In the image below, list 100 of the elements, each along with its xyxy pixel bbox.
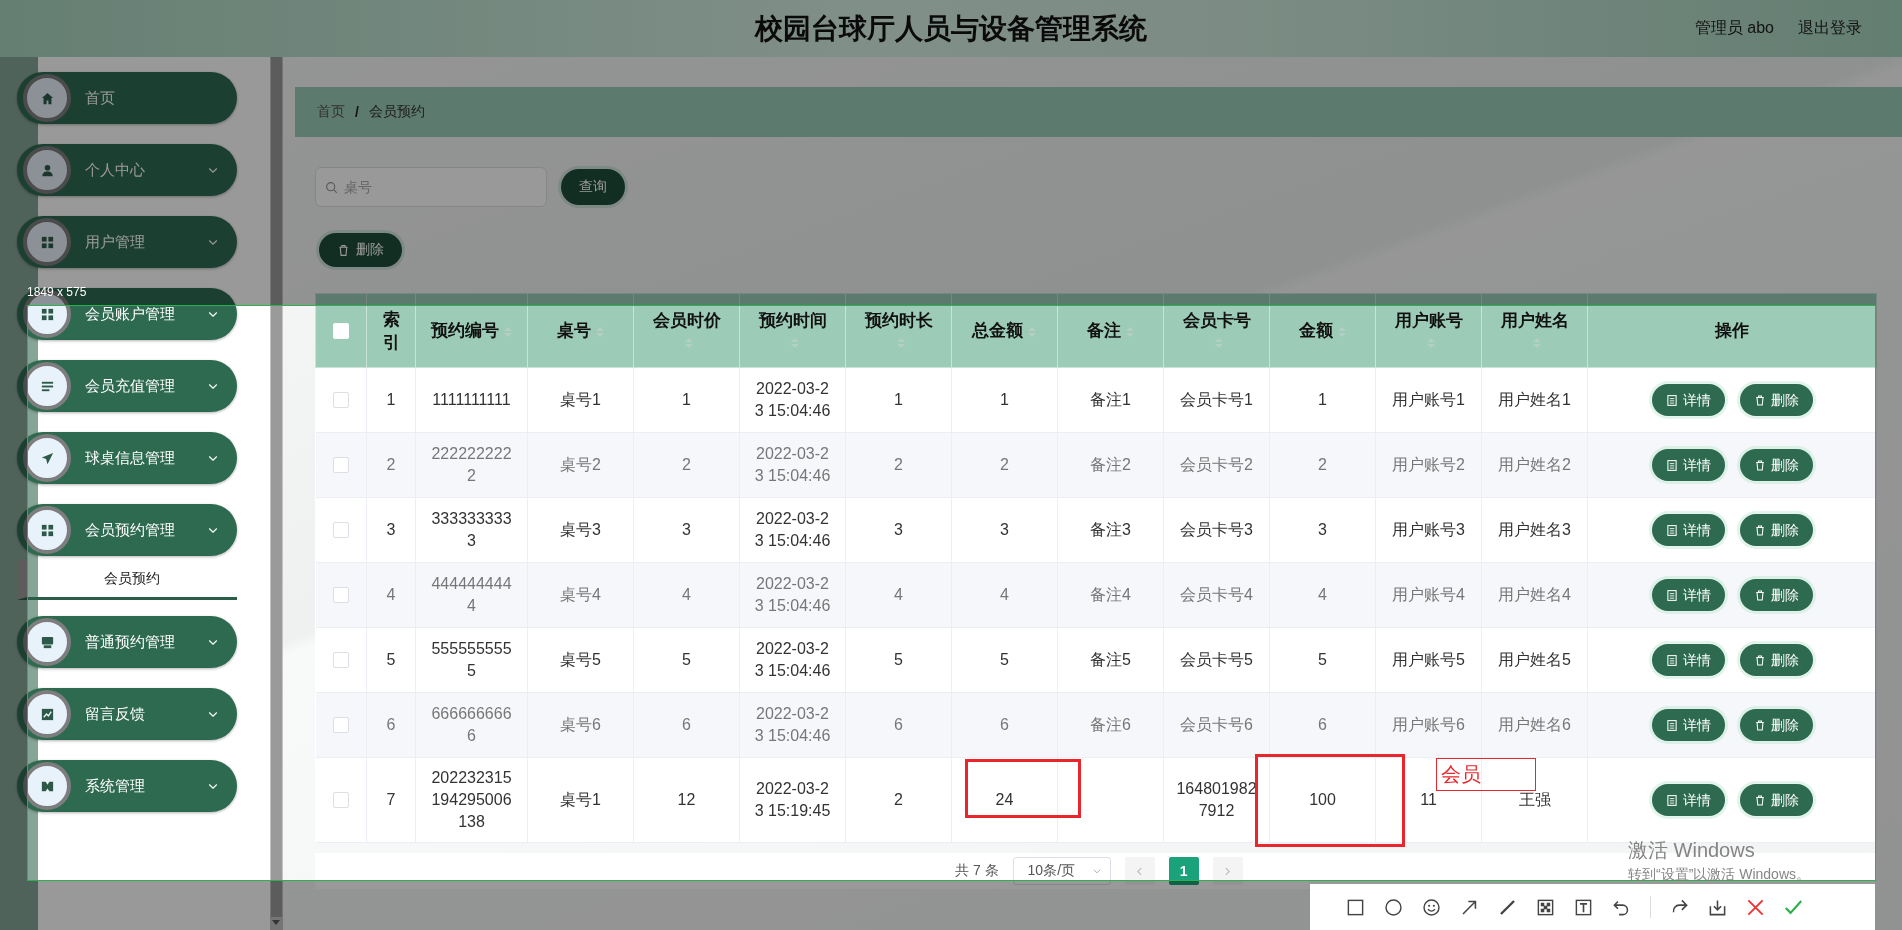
document-icon [1665,393,1678,407]
column-header[interactable]: 总金额 [972,321,1023,340]
table-cell: 4 [951,562,1058,628]
table-cell: 会员卡号5 [1163,627,1270,693]
column-header[interactable]: 桌号 [556,321,591,340]
trash-icon [1753,458,1766,472]
check-icon[interactable] [1784,897,1803,917]
table-cell: 1 [633,367,740,433]
table-cell: 5 [1269,627,1376,693]
column-header[interactable]: 金额 [1298,321,1333,340]
menu-item[interactable]: 首页 [17,72,237,124]
column-header[interactable]: 预约时长 [864,311,933,330]
table-cell: 备注2 [1057,432,1164,498]
table-cell: 202232315194295006138 [415,757,528,843]
table-cell: 3333333333 [415,497,528,563]
annotation-rectangle[interactable] [1255,754,1405,847]
table-cell: 3 [845,497,952,563]
details-button[interactable]: 详情 [1651,449,1725,481]
breadcrumb-current: 会员预约 [368,103,425,121]
annotation-text[interactable]: 会员 [1436,758,1536,791]
menu-item[interactable]: 用户管理 [17,216,237,268]
trash-icon [1753,393,1766,407]
table-cell: 会员卡号3 [1163,497,1270,563]
chevron-down-icon [1091,866,1102,876]
table-cell: 2022-03-23 15:04:46 [739,497,846,563]
row-checkbox[interactable] [332,792,349,808]
details-button[interactable]: 详情 [1651,644,1725,676]
table-cell: 1111111111 [415,367,528,433]
table-cell: 3 [951,497,1058,563]
details-button[interactable]: 详情 [1651,579,1725,611]
menu-item[interactable]: 会员充值管理 [17,360,237,412]
table-cell: 2 [845,757,952,843]
table-cell: 3 [633,497,740,563]
prev-page-button[interactable] [1124,857,1155,885]
row-checkbox[interactable] [332,587,349,603]
menu-item[interactable]: 系统管理 [17,760,237,812]
menu-item[interactable]: 球桌信息管理 [17,432,237,484]
delete-button[interactable]: 删除 [1739,514,1813,546]
column-header[interactable]: 用户姓名 [1500,311,1569,330]
grid-icon [39,234,55,250]
scrollbar-thumb[interactable] [271,57,282,917]
row-checkbox[interactable] [332,457,349,473]
download-icon[interactable] [1708,897,1727,917]
column-header[interactable]: 用户账号 [1394,311,1463,330]
table-cell: 用户姓名1 [1481,367,1588,433]
circle-icon[interactable] [1384,897,1403,917]
row-checkbox[interactable] [332,717,349,733]
query-button[interactable]: 查询 [561,169,625,205]
table-cell: 用户姓名6 [1481,692,1588,758]
details-button[interactable]: 详情 [1651,384,1725,416]
rectangle-icon[interactable] [1346,897,1365,917]
table-cell: 桌号6 [527,692,634,758]
details-button[interactable]: 详情 [1651,784,1725,816]
menu-item[interactable]: 个人中心 [17,144,237,196]
mosaic-icon[interactable] [1536,897,1555,917]
delete-button[interactable]: 删除 [1739,384,1813,416]
grid-icon [39,306,55,322]
delete-button[interactable]: 删除 [1739,709,1813,741]
table-cell: 6 [951,692,1058,758]
table-cell: 5 [951,627,1058,693]
text-tool-icon[interactable] [1574,897,1593,917]
table-cell: 7 [366,757,416,843]
next-page-button[interactable] [1212,857,1243,885]
table-cell: 用户姓名5 [1481,627,1588,693]
table-cell: 2022-03-23 15:04:46 [739,432,846,498]
delete-button[interactable]: 删除 [1739,579,1813,611]
table-cell: 4 [366,562,416,628]
scroll-down-arrow-icon[interactable] [272,920,280,926]
menu-item[interactable]: 留言反馈 [17,688,237,740]
column-header[interactable]: 预约时间 [758,311,827,330]
select-all-checkbox[interactable] [333,322,349,339]
activation-hint: 转到“设置”以激活 Windows。 [1628,866,1810,884]
page-size-select[interactable]: 10条/页 [1012,857,1111,885]
selection-frame[interactable] [27,305,1876,881]
row-checkbox[interactable] [332,392,349,408]
column-header[interactable]: 会员时价 [652,311,721,330]
pen-icon[interactable] [1498,897,1517,917]
menu-item[interactable]: 普通预约管理 [17,616,237,668]
details-button[interactable]: 详情 [1651,514,1725,546]
close-icon[interactable] [1746,897,1765,917]
delete-button[interactable]: 删除 [319,233,402,267]
submenu-item[interactable]: 会员预约 [17,560,237,600]
paper-plane-icon [39,450,55,466]
column-header[interactable]: 会员卡号 [1182,311,1251,330]
delete-button[interactable]: 删除 [1739,784,1813,816]
page-number[interactable]: 1 [1168,857,1199,885]
details-button[interactable]: 详情 [1651,709,1725,741]
menu-item[interactable]: 会员预约管理 [17,504,237,556]
chart-icon [39,706,55,722]
delete-button[interactable]: 删除 [1739,644,1813,676]
column-header[interactable]: 预约编号 [430,321,499,340]
smiley-icon[interactable] [1422,897,1441,917]
table-cell: 王强 [1481,757,1588,843]
delete-button[interactable]: 删除 [1739,449,1813,481]
annotation-rectangle[interactable] [965,759,1081,818]
row-checkbox[interactable] [332,652,349,668]
logout-link[interactable]: 退出登录 [1798,18,1862,39]
column-header[interactable]: 备注 [1086,321,1121,340]
selection-size-label: 1849 x 575 [27,285,87,299]
row-checkbox[interactable] [332,522,349,538]
